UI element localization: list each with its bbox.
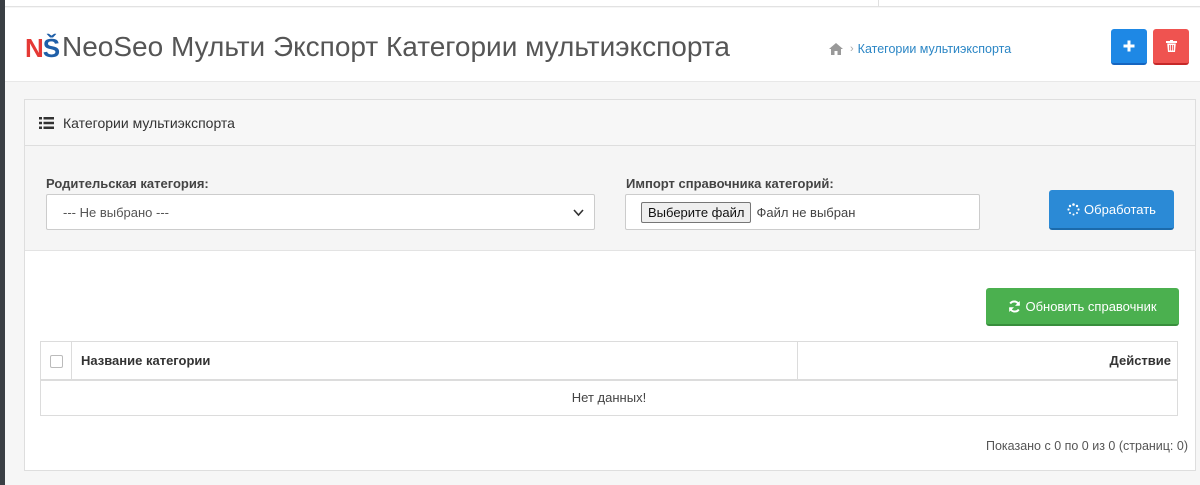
refresh-directory-button[interactable]: Обновить справочник (986, 288, 1179, 326)
refresh-button-label: Обновить справочник (1025, 298, 1157, 314)
chevron-down-icon (573, 209, 584, 217)
filter-area: Родительская категория: --- Не выбрано -… (25, 146, 1195, 251)
top-bar-divider (878, 0, 879, 7)
table-row: Нет данных! (40, 379, 1178, 416)
breadcrumb-link[interactable]: Категории мультиэкспорта (858, 42, 1012, 56)
pagination-info: Показано с 0 по 0 из 0 (страниц: 0) (985, 439, 1188, 453)
breadcrumb: › Категории мультиэкспорта (828, 42, 1011, 56)
file-status: Файл не выбран (756, 204, 856, 220)
select-all-cell (40, 341, 72, 381)
delete-button[interactable] (1153, 29, 1189, 65)
page-title: NeoSeo Мульти Экспорт Категории мультиэк… (62, 31, 730, 62)
import-label: Импорт справочника категорий: (626, 176, 834, 191)
page-header: NŠ NeoSeo Мульти Экспорт Категории мульт… (5, 8, 1200, 82)
column-header-name[interactable]: Название категории (71, 341, 798, 381)
home-icon[interactable] (828, 42, 844, 56)
empty-table-message: Нет данных! (40, 379, 1178, 416)
choose-file-button[interactable]: Выберите файл (641, 201, 752, 223)
add-button[interactable] (1111, 29, 1147, 65)
categories-table: Название категории Действие Нет данных! (40, 341, 1178, 416)
panel-heading: Категории мультиэкспорта (25, 100, 1195, 146)
panel-title: Категории мультиэкспорта (63, 114, 235, 131)
categories-panel: Категории мультиэкспорта Родительская ка… (24, 99, 1196, 471)
plus-icon (1123, 40, 1135, 52)
top-bar (5, 0, 1200, 7)
select-all-checkbox[interactable] (49, 354, 63, 368)
process-button-label: Обработать (1084, 201, 1156, 217)
spinner-icon (1067, 202, 1080, 215)
parent-category-value: --- Не выбрано --- (63, 204, 169, 220)
refresh-icon (1009, 300, 1021, 312)
trash-icon (1165, 40, 1177, 52)
list-icon (39, 116, 54, 129)
parent-category-select[interactable]: --- Не выбрано --- (46, 194, 595, 230)
column-header-action: Действие (797, 341, 1178, 381)
table-header-row: Название категории Действие (40, 341, 1178, 381)
file-input[interactable]: Выберите файл Файл не выбран (625, 194, 980, 230)
process-button[interactable]: Обработать (1049, 190, 1174, 230)
parent-category-label: Родительская категория: (46, 176, 209, 191)
breadcrumb-separator: › (850, 43, 854, 55)
neoseo-logo: NŠ (25, 33, 60, 63)
